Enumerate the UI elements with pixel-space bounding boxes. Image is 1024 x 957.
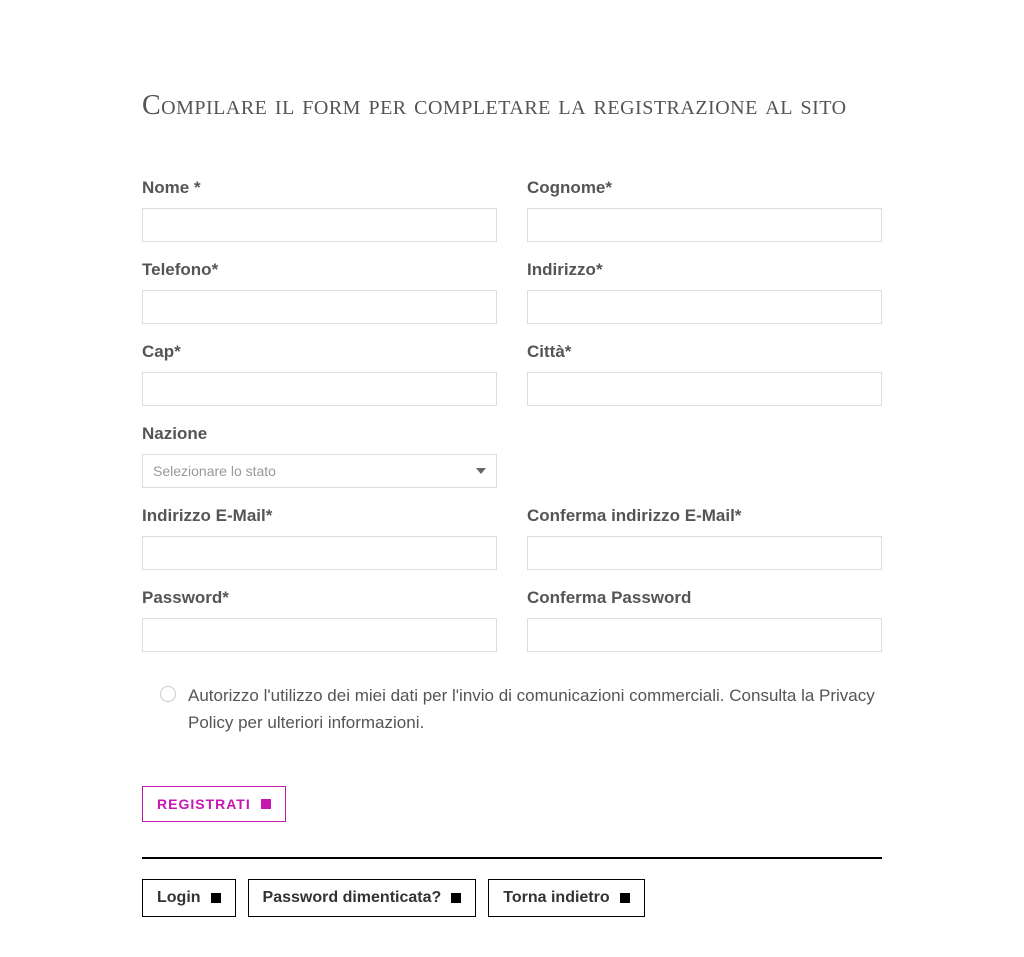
- registration-form: Nome * Cognome* Telefono* Indirizzo* Cap…: [142, 178, 882, 652]
- field-group-password-confirm: Conferma Password: [527, 588, 882, 652]
- forgot-password-label: Password dimenticata?: [263, 889, 442, 907]
- field-group-nazione: Nazione Selezionare lo stato: [142, 424, 497, 488]
- consent-row: Autorizzo l'utilizzo dei miei dati per l…: [160, 682, 882, 736]
- back-button-label: Torna indietro: [503, 889, 609, 907]
- nome-input[interactable]: [142, 208, 497, 242]
- back-button[interactable]: Torna indietro: [488, 879, 644, 917]
- field-group-telefono: Telefono*: [142, 260, 497, 324]
- login-button-label: Login: [157, 889, 201, 907]
- email-label: Indirizzo E-Mail*: [142, 506, 497, 526]
- field-group-cap: Cap*: [142, 342, 497, 406]
- spacer: [527, 424, 882, 488]
- indirizzo-input[interactable]: [527, 290, 882, 324]
- submit-button-label: REGISTRATI: [157, 796, 251, 812]
- nazione-label: Nazione: [142, 424, 497, 444]
- telefono-input[interactable]: [142, 290, 497, 324]
- submit-button[interactable]: REGISTRATI: [142, 786, 286, 822]
- action-buttons: Login Password dimenticata? Torna indiet…: [142, 879, 882, 917]
- consent-radio[interactable]: [160, 686, 176, 702]
- email-input[interactable]: [142, 536, 497, 570]
- forgot-password-button[interactable]: Password dimenticata?: [248, 879, 477, 917]
- cognome-label: Cognome*: [527, 178, 882, 198]
- citta-label: Città*: [527, 342, 882, 362]
- password-confirm-input[interactable]: [527, 618, 882, 652]
- telefono-label: Telefono*: [142, 260, 497, 280]
- square-icon: [211, 893, 221, 903]
- consent-text: Autorizzo l'utilizzo dei miei dati per l…: [188, 682, 882, 736]
- field-group-cognome: Cognome*: [527, 178, 882, 242]
- password-label: Password*: [142, 588, 497, 608]
- divider: [142, 857, 882, 859]
- square-icon: [451, 893, 461, 903]
- square-icon: [620, 893, 630, 903]
- cognome-input[interactable]: [527, 208, 882, 242]
- citta-input[interactable]: [527, 372, 882, 406]
- cap-label: Cap*: [142, 342, 497, 362]
- login-button[interactable]: Login: [142, 879, 236, 917]
- email-confirm-label: Conferma indirizzo E-Mail*: [527, 506, 882, 526]
- field-group-nome: Nome *: [142, 178, 497, 242]
- password-input[interactable]: [142, 618, 497, 652]
- square-icon: [261, 799, 271, 809]
- field-group-password: Password*: [142, 588, 497, 652]
- nazione-select[interactable]: Selezionare lo stato: [142, 454, 497, 488]
- page-title: Compilare il form per completare la regi…: [142, 88, 882, 123]
- cap-input[interactable]: [142, 372, 497, 406]
- field-group-indirizzo: Indirizzo*: [527, 260, 882, 324]
- nome-label: Nome *: [142, 178, 497, 198]
- field-group-email: Indirizzo E-Mail*: [142, 506, 497, 570]
- email-confirm-input[interactable]: [527, 536, 882, 570]
- field-group-citta: Città*: [527, 342, 882, 406]
- indirizzo-label: Indirizzo*: [527, 260, 882, 280]
- field-group-email-confirm: Conferma indirizzo E-Mail*: [527, 506, 882, 570]
- password-confirm-label: Conferma Password: [527, 588, 882, 608]
